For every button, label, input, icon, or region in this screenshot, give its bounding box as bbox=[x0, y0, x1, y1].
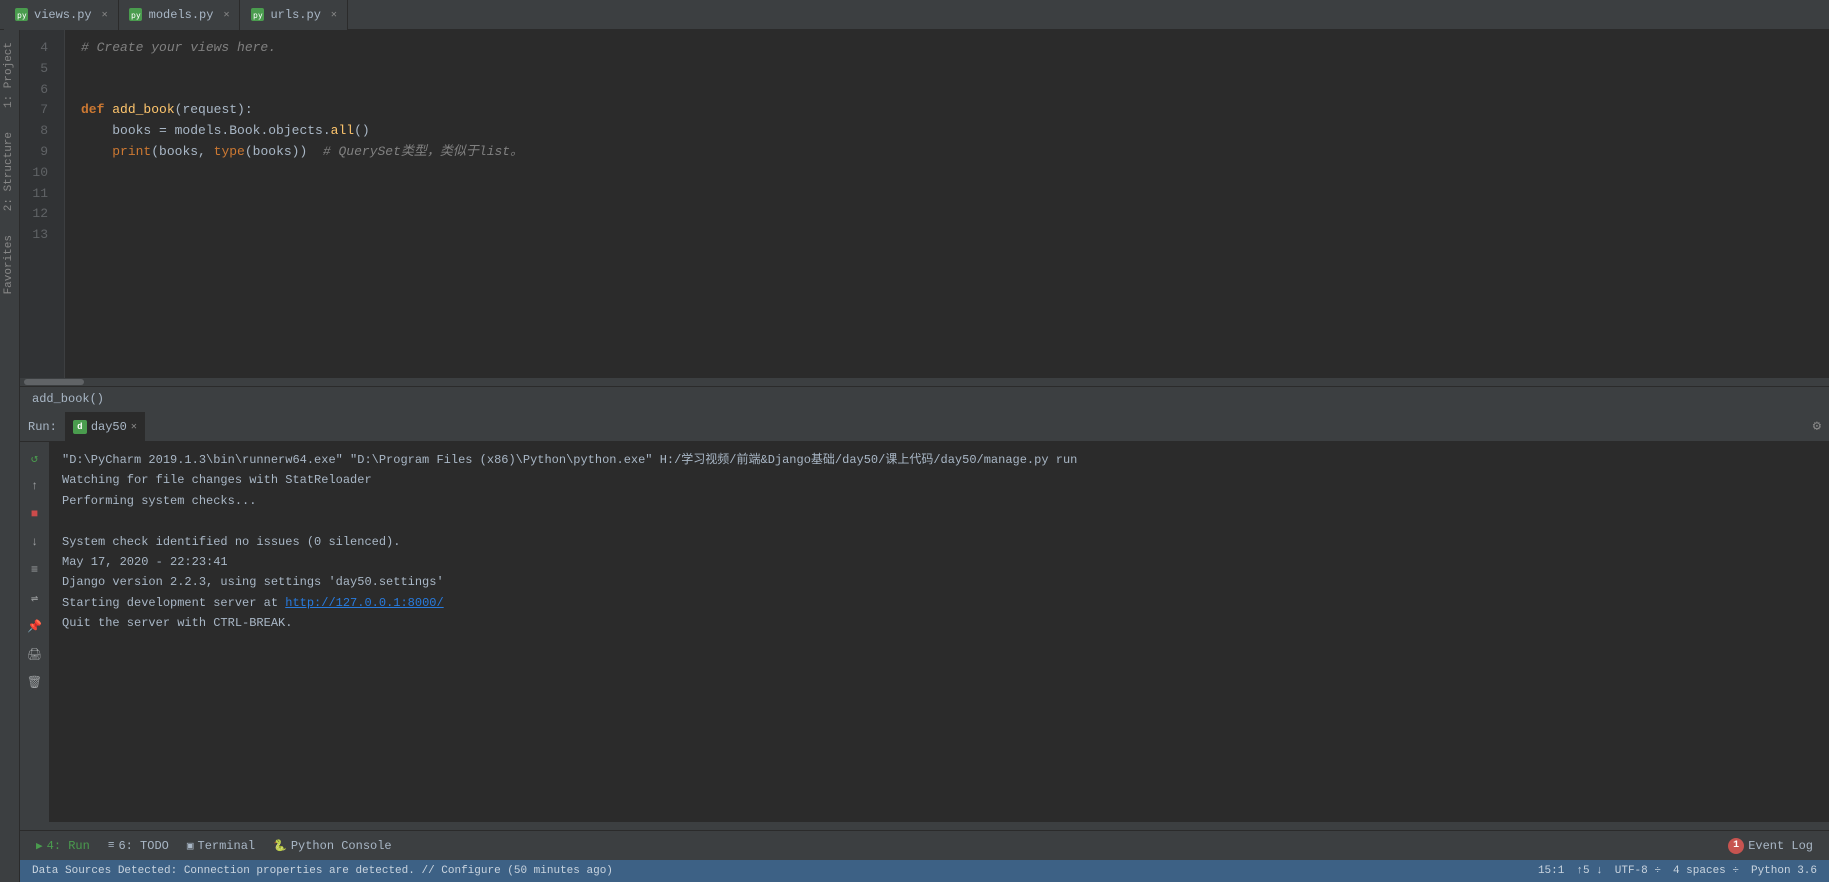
left-panel: 1: Project 2: Structure Favorites bbox=[0, 30, 20, 882]
run-header: Run: d day50 ✕ ⚙ bbox=[20, 412, 1829, 442]
code-line-7: def add_book(request): bbox=[81, 100, 1829, 121]
urls-py-icon: py bbox=[250, 8, 264, 22]
run-output[interactable]: "D:\PyCharm 2019.1.3\bin\runnerw64.exe" … bbox=[50, 442, 1829, 822]
terminal-icon: ▣ bbox=[187, 839, 194, 853]
output-line-cmd: "D:\PyCharm 2019.1.3\bin\runnerw64.exe" … bbox=[62, 450, 1817, 470]
django-icon: d bbox=[73, 420, 87, 434]
line-numbers: 4 5 6 7 8 9 10 11 12 13 bbox=[20, 30, 65, 378]
code-line-9: print(books, type(books)) # QuerySet类型，类… bbox=[81, 142, 1829, 163]
event-log-badge: 1 bbox=[1728, 838, 1744, 854]
code-editor: 4 5 6 7 8 9 10 11 12 13 # Create your vi… bbox=[20, 30, 1829, 410]
project-panel-label[interactable]: 1: Project bbox=[0, 30, 19, 120]
output-line-server: Starting development server at http://12… bbox=[62, 593, 1817, 613]
encoding: UTF-8 ÷ bbox=[1615, 865, 1661, 877]
status-right: 15:1 ↑5 ↓ UTF-8 ÷ 4 spaces ÷ Python 3.6 bbox=[1538, 865, 1817, 877]
tab-urls[interactable]: py urls.py ✕ bbox=[240, 0, 347, 30]
run-tab-close[interactable]: ✕ bbox=[131, 421, 137, 433]
status-bar: Data Sources Detected: Connection proper… bbox=[20, 860, 1829, 882]
tab-views-close[interactable]: ✕ bbox=[102, 9, 108, 21]
run-bottom-label: 4: Run bbox=[47, 839, 90, 853]
tab-models-close[interactable]: ✕ bbox=[223, 9, 229, 21]
scroll-down-button[interactable]: ↓ bbox=[25, 532, 45, 552]
code-line-11 bbox=[81, 184, 1829, 205]
svg-text:py: py bbox=[253, 11, 263, 20]
output-line-check: System check identified no issues (0 sil… bbox=[62, 532, 1817, 552]
output-line-performing: Performing system checks... bbox=[62, 491, 1817, 511]
rerun-button[interactable]: ↺ bbox=[25, 448, 45, 468]
run-scrollbar[interactable] bbox=[20, 822, 1829, 830]
views-py-icon: py bbox=[14, 8, 28, 22]
output-line-django-version: Django version 2.2.3, using settings 'da… bbox=[62, 572, 1817, 592]
terminal-button[interactable]: ▣ Terminal bbox=[179, 833, 263, 859]
code-lines[interactable]: # Create your views here. def add_book(r… bbox=[65, 30, 1829, 378]
filter-button[interactable]: ⇌ bbox=[25, 588, 45, 608]
indent: 4 spaces ÷ bbox=[1673, 865, 1739, 877]
delete-button[interactable]: 🗑 bbox=[25, 672, 45, 692]
output-line-date: May 17, 2020 - 22:23:41 bbox=[62, 552, 1817, 572]
bottom-toolbar: ▶ 4: Run ≡ 6: TODO ▣ Terminal 🐍 Python C… bbox=[20, 830, 1829, 860]
tab-views[interactable]: py views.py ✕ bbox=[4, 0, 119, 30]
run-label: Run: bbox=[28, 420, 57, 434]
models-py-icon: py bbox=[129, 8, 143, 22]
breadcrumb-bar: add_book() bbox=[20, 386, 1829, 410]
code-line-5 bbox=[81, 59, 1829, 80]
todo-label: 6: TODO bbox=[118, 839, 168, 853]
wrap-button[interactable]: ≡ bbox=[25, 560, 45, 580]
code-line-6 bbox=[81, 80, 1829, 101]
structure-panel-label[interactable]: 2: Structure bbox=[0, 120, 19, 223]
editor-horizontal-scrollbar[interactable] bbox=[20, 378, 1829, 386]
tab-models[interactable]: py models.py ✕ bbox=[119, 0, 241, 30]
code-line-4: # Create your views here. bbox=[81, 38, 1829, 59]
output-line-watching: Watching for file changes with StatReloa… bbox=[62, 470, 1817, 490]
tab-bar: py views.py ✕ py models.py ✕ py urls.py … bbox=[0, 0, 1829, 30]
tab-urls-label: urls.py bbox=[270, 8, 320, 22]
play-icon: ▶ bbox=[36, 839, 43, 853]
python-console-label: Python Console bbox=[291, 839, 392, 853]
status-left-text: Data Sources Detected: Connection proper… bbox=[32, 865, 1538, 877]
code-line-13 bbox=[81, 225, 1829, 246]
line-endings: ↑5 ↓ bbox=[1576, 865, 1602, 877]
tab-urls-close[interactable]: ✕ bbox=[331, 9, 337, 21]
cursor-position: 15:1 bbox=[1538, 865, 1564, 877]
tab-models-label: models.py bbox=[149, 8, 214, 22]
settings-icon[interactable]: ⚙ bbox=[1813, 418, 1821, 435]
python-console-button[interactable]: 🐍 Python Console bbox=[265, 833, 400, 859]
terminal-label: Terminal bbox=[198, 839, 256, 853]
run-panel: Run: d day50 ✕ ⚙ ↺ ↑ ■ ↓ ≡ ⇌ 📌 🖨 bbox=[20, 410, 1829, 830]
run-body: ↺ ↑ ■ ↓ ≡ ⇌ 📌 🖨 🗑 "D:\PyCharm 2019.1.3\b… bbox=[20, 442, 1829, 822]
todo-button[interactable]: ≡ 6: TODO bbox=[100, 833, 177, 859]
scroll-up-button[interactable]: ↑ bbox=[25, 476, 45, 496]
code-line-12 bbox=[81, 204, 1829, 225]
run-tab-label: day50 bbox=[91, 420, 127, 434]
favorites-panel-label[interactable]: Favorites bbox=[0, 223, 19, 306]
python-console-icon: 🐍 bbox=[273, 839, 287, 853]
run-bottom-button[interactable]: ▶ 4: Run bbox=[28, 833, 98, 859]
code-line-10 bbox=[81, 163, 1829, 184]
svg-text:py: py bbox=[17, 11, 27, 20]
tab-views-label: views.py bbox=[34, 8, 92, 22]
pin-button[interactable]: 📌 bbox=[25, 616, 45, 636]
event-log-button[interactable]: 1 Event Log bbox=[1720, 833, 1821, 859]
output-line-quit: Quit the server with CTRL-BREAK. bbox=[62, 613, 1817, 633]
code-line-8: books = models.Book.objects.all() bbox=[81, 121, 1829, 142]
print-button[interactable]: 🖨 bbox=[25, 644, 45, 664]
run-sidebar: ↺ ↑ ■ ↓ ≡ ⇌ 📌 🖨 🗑 bbox=[20, 442, 50, 822]
output-line-empty bbox=[62, 511, 1817, 531]
python-version: Python 3.6 bbox=[1751, 865, 1817, 877]
event-log-label: Event Log bbox=[1748, 839, 1813, 853]
run-tab-day50[interactable]: d day50 ✕ bbox=[65, 412, 145, 442]
breadcrumb-text: add_book() bbox=[32, 392, 104, 406]
todo-icon: ≡ bbox=[108, 840, 115, 852]
server-link[interactable]: http://127.0.0.1:8000/ bbox=[285, 596, 443, 610]
svg-text:py: py bbox=[131, 11, 141, 20]
stop-button[interactable]: ■ bbox=[25, 504, 45, 524]
